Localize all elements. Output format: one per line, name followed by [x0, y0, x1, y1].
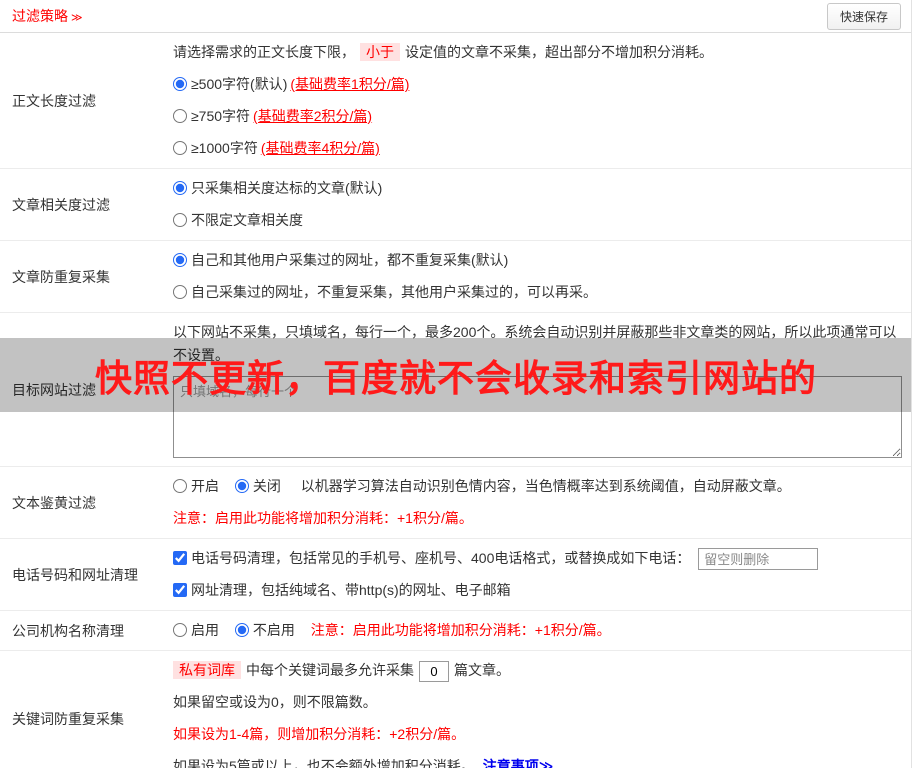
- blocked-sites-textarea[interactable]: [173, 376, 902, 458]
- dedup-filter-content: 自己和其他用户采集过的网址，都不重复采集(默认) 自己采集过的网址，不重复采集，…: [173, 249, 911, 304]
- porn-filter-options: 开启 关闭 以机器学习算法自动识别色情内容，当色情概率达到系统阈值，自动屏蔽文章…: [173, 475, 902, 498]
- length-option-500-label: ≥500字符(默认): [191, 76, 288, 92]
- porn-radio-off[interactable]: [234, 479, 249, 493]
- porn-filter-content: 开启 关闭 以机器学习算法自动识别色情内容，当色情概率达到系统阈值，自动屏蔽文章…: [173, 475, 911, 530]
- row-label-relevance-filter: 文章相关度过滤: [12, 196, 110, 213]
- replacement-phone-input[interactable]: [698, 548, 819, 571]
- relevance-option-strict-label: 只采集相关度达标的文章(默认): [191, 180, 383, 196]
- keyword-dedup-line1-mid: 中每个关键词最多允许采集: [246, 662, 414, 679]
- porn-option-on-label: 开启: [191, 478, 219, 494]
- porn-option-off[interactable]: 关闭: [234, 478, 285, 494]
- length-filter-content: 请选择需求的正文长度下限， 小于 设定值的文章不采集，超出部分不增加积分消耗。 ≥5…: [173, 41, 911, 160]
- row-target-site-filter: 目标网站过滤 以下网站不采集，只填域名，每行一个，最多200个。系统会自动识别并…: [0, 313, 911, 467]
- url-clean-option[interactable]: 网址清理，包括纯域名、带http(s)的网址、电子邮箱: [173, 582, 511, 598]
- porn-radio-on[interactable]: [173, 479, 187, 493]
- dedup-radio-all-users[interactable]: [173, 253, 187, 267]
- keyword-dedup-line4: 如果设为5篇或以上，也不会额外增加积分消耗。 注意事项≫: [173, 755, 902, 768]
- length-radio-750[interactable]: [173, 109, 187, 123]
- length-option-750-label: ≥750字符: [191, 108, 251, 124]
- row-phone-url-clean: 电话号码和网址清理 电话号码清理，包括常见的手机号、座机号、400电话格式，或替…: [0, 539, 911, 612]
- max-collect-count-input[interactable]: [419, 661, 449, 683]
- phone-clean-label: 电话号码清理，包括常见的手机号、座机号、400电话格式，或替换成如下电话：: [191, 550, 691, 566]
- row-label-keyword-dedup: 关键词防重复采集: [12, 710, 124, 727]
- length-option-1000-fee-link[interactable]: (基础费率4积分/篇): [261, 140, 380, 156]
- page-title-text: 过滤策略: [12, 8, 68, 24]
- row-label-company-clean: 公司机构名称清理: [12, 622, 124, 639]
- url-clean-line: 网址清理，包括纯域名、带http(s)的网址、电子邮箱: [173, 579, 902, 602]
- row-label-phone-url-clean: 电话号码和网址清理: [12, 566, 138, 583]
- page-header: 过滤策略 ≫ 快速保存: [0, 0, 911, 33]
- relevance-radio-any[interactable]: [173, 213, 187, 227]
- private-vocab-highlight: 私有词库: [173, 661, 241, 680]
- intro-pre: 请选择需求的正文长度下限，: [173, 44, 355, 60]
- relevance-option-any-label: 不限定文章相关度: [191, 212, 303, 228]
- porn-filter-desc: 以机器学习算法自动识别色情内容，当色情概率达到系统阈值，自动屏蔽文章。: [300, 478, 791, 494]
- quick-save-button[interactable]: 快速保存: [826, 2, 901, 30]
- row-relevance-filter: 文章相关度过滤 只采集相关度达标的文章(默认) 不限定文章相关度: [0, 169, 911, 241]
- length-option-1000-label: ≥1000字符: [191, 140, 258, 156]
- row-label-dedup-filter: 文章防重复采集: [12, 268, 110, 285]
- dedup-option-self-only-label: 自己采集过的网址，不重复采集，其他用户采集过的，可以再采。: [191, 284, 597, 300]
- relevance-filter-content: 只采集相关度达标的文章(默认) 不限定文章相关度: [173, 177, 911, 232]
- length-option-500[interactable]: ≥500字符(默认) (基础费率1积分/篇): [173, 73, 902, 96]
- row-keyword-dedup: 关键词防重复采集 私有词库中每个关键词最多允许采集 篇文章。 如果留空或设为0，则…: [0, 651, 911, 768]
- company-clean-warning: 注意：启用此功能将增加积分消耗：+1积分/篇。: [310, 622, 611, 639]
- company-option-on-label: 启用: [191, 622, 219, 639]
- page-title[interactable]: 过滤策略 ≫: [12, 6, 83, 26]
- length-option-750-fee-link[interactable]: (基础费率2积分/篇): [253, 108, 372, 124]
- target-site-filter-content: 以下网站不采集，只填域名，每行一个，最多200个。系统会自动识别并屏蔽那些非文章…: [173, 321, 911, 458]
- url-clean-label: 网址清理，包括纯域名、带http(s)的网址、电子邮箱: [191, 582, 511, 599]
- porn-option-off-label: 关闭: [252, 478, 281, 494]
- row-label-length-filter: 正文长度过滤: [12, 92, 96, 109]
- relevance-option-any[interactable]: 不限定文章相关度: [173, 209, 902, 232]
- dedup-option-self-only[interactable]: 自己采集过的网址，不重复采集，其他用户采集过的，可以再采。: [173, 281, 902, 304]
- keyword-dedup-line1: 私有词库中每个关键词最多允许采集 篇文章。: [173, 659, 902, 683]
- target-site-hint: 以下网站不采集，只填域名，每行一个，最多200个。系统会自动识别并屏蔽那些非文章…: [173, 324, 897, 363]
- chevron-double-icon: ≫: [71, 12, 83, 24]
- row-porn-filter: 文本鉴黄过滤 开启 关闭 以机器学习算法自动识别色情内容，当色情概率达到系统阈值…: [0, 467, 911, 539]
- length-option-750[interactable]: ≥750字符 (基础费率2积分/篇): [173, 105, 902, 128]
- phone-clean-checkbox[interactable]: [173, 551, 187, 565]
- phone-url-clean-content: 电话号码清理，包括常见的手机号、座机号、400电话格式，或替换成如下电话： 网址…: [173, 547, 911, 602]
- length-radio-500[interactable]: [173, 77, 187, 91]
- relevance-radio-strict[interactable]: [173, 181, 187, 195]
- dedup-option-all-users-label: 自己和其他用户采集过的网址，都不重复采集(默认): [191, 252, 509, 268]
- company-radio-off[interactable]: [234, 623, 249, 638]
- keyword-dedup-line1-post: 篇文章。: [454, 662, 510, 679]
- company-option-off[interactable]: 不启用: [234, 622, 299, 639]
- porn-option-on[interactable]: 开启: [173, 478, 223, 494]
- url-clean-checkbox[interactable]: [173, 583, 187, 598]
- company-option-off-label: 不启用: [252, 622, 295, 639]
- porn-filter-warning: 注意：启用此功能将增加积分消耗：+1积分/篇。: [173, 510, 473, 526]
- row-dedup-filter: 文章防重复采集 自己和其他用户采集过的网址，都不重复采集(默认) 自己采集过的网…: [0, 241, 911, 313]
- row-label-target-site-filter: 目标网站过滤: [12, 381, 96, 398]
- relevance-option-strict[interactable]: 只采集相关度达标的文章(默认): [173, 177, 902, 200]
- length-radio-1000[interactable]: [173, 141, 187, 155]
- company-clean-content: 启用 不启用 注意：启用此功能将增加积分消耗：+1积分/篇。: [173, 619, 911, 642]
- keyword-dedup-content: 私有词库中每个关键词最多允许采集 篇文章。 如果留空或设为0，则不限篇数。 如果设…: [173, 659, 911, 768]
- length-option-500-fee-link[interactable]: (基础费率1积分/篇): [290, 76, 409, 92]
- company-clean-line: 启用 不启用 注意：启用此功能将增加积分消耗：+1积分/篇。: [173, 619, 902, 642]
- notice-link[interactable]: 注意事项≫: [483, 758, 554, 768]
- dedup-radio-self-only[interactable]: [173, 285, 187, 299]
- length-filter-intro: 请选择需求的正文长度下限， 小于 设定值的文章不采集，超出部分不增加积分消耗。: [173, 41, 902, 64]
- keyword-dedup-line4-text: 如果设为5篇或以上，也不会额外增加积分消耗。: [173, 758, 475, 768]
- row-label-porn-filter: 文本鉴黄过滤: [12, 494, 96, 511]
- keyword-dedup-line3: 如果设为1-4篇，则增加积分消耗：+2积分/篇。: [173, 726, 466, 743]
- row-length-filter: 正文长度过滤 请选择需求的正文长度下限， 小于 设定值的文章不采集，超出部分不增加积…: [0, 33, 911, 169]
- row-company-clean: 公司机构名称清理 启用 不启用 注意：启用此功能将增加积分消耗：+1积分/篇。: [0, 611, 911, 652]
- phone-clean-line: 电话号码清理，包括常见的手机号、座机号、400电话格式，或替换成如下电话：: [173, 547, 902, 571]
- company-option-on[interactable]: 启用: [173, 622, 223, 638]
- filter-strategy-page: 过滤策略 ≫ 快速保存 正文长度过滤 请选择需求的正文长度下限， 小于 设定值的文章不…: [0, 0, 912, 768]
- length-option-1000[interactable]: ≥1000字符 (基础费率4积分/篇): [173, 137, 902, 160]
- phone-clean-option[interactable]: 电话号码清理，包括常见的手机号、座机号、400电话格式，或替换成如下电话：: [173, 550, 694, 566]
- intro-highlight: 小于: [360, 43, 400, 61]
- intro-post: 设定值的文章不采集，超出部分不增加积分消耗。: [405, 44, 713, 60]
- dedup-option-all-users[interactable]: 自己和其他用户采集过的网址，都不重复采集(默认): [173, 249, 902, 272]
- keyword-dedup-line2: 如果留空或设为0，则不限篇数。: [173, 694, 377, 711]
- company-radio-on[interactable]: [173, 623, 187, 638]
